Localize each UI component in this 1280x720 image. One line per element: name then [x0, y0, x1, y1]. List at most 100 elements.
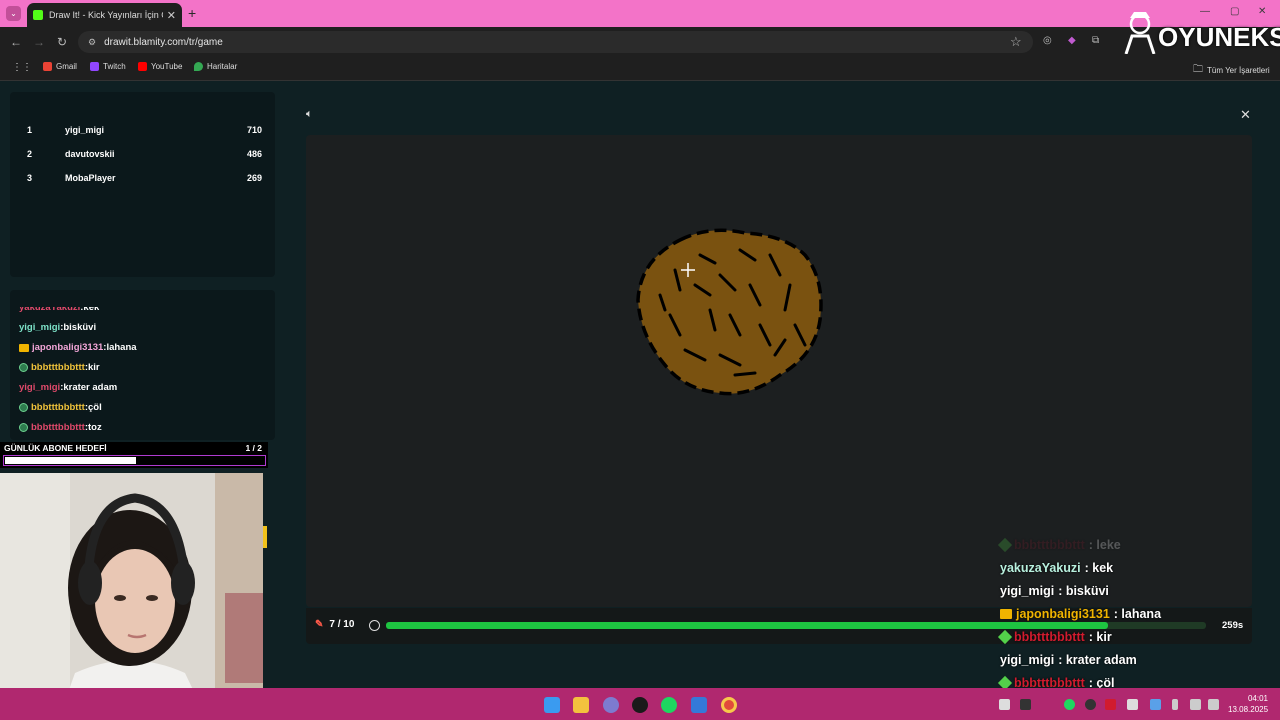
overlay-chat-text: : kir — [1088, 630, 1112, 644]
sub-goal-progress-bar — [3, 455, 266, 466]
app-icon[interactable] — [603, 697, 619, 713]
bookmark-gmail[interactable]: Gmail — [43, 62, 77, 71]
bookmark-twitch[interactable]: Twitch — [90, 62, 126, 71]
sound-icon[interactable]: 🔈︎ — [306, 108, 313, 121]
leaderboard-rank: 1 — [27, 125, 33, 135]
chat-username[interactable]: bbbtttbbbttt — [31, 402, 85, 413]
system-clock[interactable]: 04:01 13.08.2025 — [1228, 693, 1268, 715]
tab-title: Draw It! - Kick Yayınları İçin Çiz — [49, 10, 163, 20]
sub-goal-widget: GÜNLÜK ABONE HEDEFİ 1 / 2 — [0, 442, 268, 468]
extension-icon[interactable]: ◆ — [1068, 35, 1076, 46]
chat-username[interactable]: yigi_migi — [19, 322, 60, 333]
diamond-badge-icon — [997, 629, 1013, 645]
round-indicator: ✎ 7 / 10 — [315, 619, 354, 630]
sub-badge-icon — [19, 423, 28, 432]
overlay-chat-message: yigi_migi: krater adam — [1000, 653, 1137, 667]
sub-badge-icon — [19, 403, 28, 412]
chat-message: bbbtttbbbttt:toz — [19, 422, 102, 433]
tray-icon[interactable] — [1105, 699, 1116, 710]
url-text: drawit.blamity.com/tr/game — [104, 36, 223, 48]
tab-search-button[interactable]: ⌄ — [6, 6, 21, 21]
round-counter: 7 / 10 — [329, 619, 355, 630]
overlay-chat-username: yigi_migi — [1000, 584, 1055, 598]
browser-tab[interactable]: Draw It! - Kick Yayınları İçin Çiz ✕ — [27, 3, 182, 27]
webcam-feed — [0, 473, 263, 715]
bookmark-star-icon[interactable]: ☆ — [1010, 34, 1022, 50]
tray-icon[interactable] — [1150, 699, 1161, 710]
tab-close-icon[interactable]: ✕ — [167, 9, 176, 22]
volume-icon[interactable] — [1208, 699, 1219, 710]
leaderboard-score: 269 — [246, 173, 262, 183]
mic-icon[interactable] — [1172, 699, 1178, 710]
app-icon[interactable] — [691, 697, 707, 713]
chat-message: bbbtttbbbttt:kir — [19, 362, 100, 373]
discord-tray-icon[interactable] — [999, 699, 1010, 710]
chat-username[interactable]: bbbtttbbbttt — [31, 422, 85, 433]
chat-message: bbbtttbbbttt:çöl — [19, 402, 102, 413]
chat-text: :bisküvi — [60, 322, 97, 333]
incognito-extension-icon[interactable]: ◎ — [1043, 35, 1052, 46]
tray-icon[interactable] — [1020, 699, 1031, 710]
extensions-puzzle-icon[interactable]: ⧉ — [1092, 35, 1099, 46]
overlay-chat-text: : kek — [1084, 561, 1114, 575]
bookmark-label: Twitch — [103, 62, 126, 71]
bookmark-youtube[interactable]: YouTube — [138, 62, 182, 71]
overlay-chat-message: bbbtttbbbttt: leke — [997, 537, 1121, 553]
mascot-logo-icon — [1124, 12, 1156, 54]
overlay-chat-message: yigi_migi: bisküvi — [1000, 584, 1109, 598]
spotify-icon[interactable] — [661, 697, 677, 713]
sub-goal-count: 1 / 2 — [245, 443, 262, 453]
bookmarks-bar: ⋮⋮ Gmail Twitch YouTube Haritalar 🗀 Tüm Y… — [0, 57, 1280, 81]
close-icon[interactable]: ✕ — [1240, 107, 1251, 123]
chat-username[interactable]: japonbaligi3131 — [32, 342, 103, 353]
network-icon[interactable] — [1190, 699, 1201, 710]
leaderboard-rank: 2 — [27, 149, 33, 159]
chat-message: yigi_migi:krater adam — [19, 382, 117, 393]
file-explorer-icon[interactable] — [573, 697, 589, 713]
logo-text: OYUNEKS — [1158, 22, 1280, 52]
spotify-tray-icon[interactable] — [1064, 699, 1075, 710]
start-button[interactable] — [544, 697, 560, 713]
overlay-chat-text: : krater adam — [1058, 653, 1137, 667]
bookmark-label: YouTube — [151, 62, 183, 71]
obs-tray-icon[interactable] — [1085, 699, 1096, 710]
leaderboard-name: MobaPlayer — [65, 173, 116, 183]
back-button[interactable]: ← — [10, 35, 22, 49]
reload-button[interactable]: ↻ — [57, 35, 67, 49]
timer-icon — [369, 620, 380, 631]
clock-date: 13.08.2025 — [1228, 705, 1269, 714]
bookmark-maps[interactable]: Haritalar — [194, 62, 237, 71]
side-indicator — [263, 526, 267, 548]
leaderboard-score: 486 — [246, 149, 262, 159]
chat-message: yigi_migi:bisküvi — [19, 322, 96, 333]
address-bar[interactable]: ⚙ drawit.blamity.com/tr/game — [78, 31, 1033, 53]
chrome-icon[interactable] — [721, 697, 737, 713]
leaderboard-rank: 3 — [27, 173, 33, 183]
all-bookmarks-label: Tüm Yer İşaretleri — [1207, 66, 1270, 75]
folder-icon: 🗀 — [1193, 64, 1203, 75]
pencil-icon: ✎ — [315, 619, 324, 630]
steam-tray-icon[interactable] — [1127, 699, 1138, 710]
oyuneks-logo: OYUNEKS — [1120, 8, 1280, 56]
obs-icon[interactable] — [632, 697, 648, 713]
site-info-icon[interactable]: ⚙ — [88, 37, 96, 48]
overlay-chat-username: yakuzaYakuzi — [1000, 561, 1081, 575]
overlay-chat-text: : leke — [1088, 538, 1121, 552]
chat-username[interactable]: bbbtttbbbttt — [31, 362, 85, 373]
chat-text: :lahana — [103, 342, 137, 353]
chat-username[interactable]: yigi_migi — [19, 382, 60, 393]
clock-time: 04:01 — [1247, 694, 1268, 703]
new-tab-button[interactable]: + — [188, 5, 196, 21]
apps-grid-icon[interactable]: ⋮⋮ — [12, 62, 32, 73]
crown-badge-icon — [19, 343, 29, 352]
overlay-chat-username: bbbtttbbbttt — [1014, 538, 1085, 552]
bookmark-label: Haritalar — [207, 62, 238, 71]
stream-chat-overlay: bbbtttbbbttt: leke yakuzaYakuzi: kek yigi_… — [997, 537, 1270, 693]
leaderboard-score: 710 — [246, 125, 262, 135]
forward-button[interactable]: → — [33, 35, 45, 49]
overlay-chat-text: : bisküvi — [1058, 584, 1109, 598]
all-bookmarks-button[interactable]: 🗀 Tüm Yer İşaretleri — [1193, 62, 1270, 79]
overlay-chat-message: japonbaligi3131: lahana — [1000, 607, 1161, 621]
overlay-chat-username: yigi_migi — [1000, 653, 1055, 667]
leaderboard-row: 2 davutovskii 486 — [27, 146, 262, 162]
